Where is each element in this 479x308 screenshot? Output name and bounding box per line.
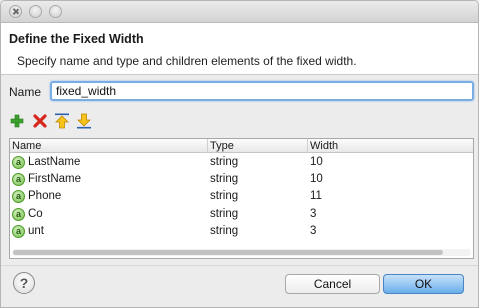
move-down-icon[interactable] bbox=[76, 113, 92, 129]
page-description: Specify name and type and children eleme… bbox=[17, 54, 357, 68]
row-name: LastName bbox=[28, 156, 81, 168]
row-type: string bbox=[210, 207, 239, 220]
row-type: string bbox=[210, 173, 239, 186]
add-icon[interactable] bbox=[9, 113, 25, 129]
row-width: 10 bbox=[310, 173, 323, 186]
cancel-button[interactable]: Cancel bbox=[285, 274, 380, 294]
row-name: Phone bbox=[28, 190, 62, 203]
row-name: FirstName bbox=[28, 173, 82, 186]
table-row[interactable]: a LastName string 10 bbox=[10, 154, 473, 171]
row-width: 11 bbox=[310, 190, 322, 203]
row-name: Co bbox=[28, 207, 43, 220]
row-type: string bbox=[210, 190, 239, 203]
row-name: unt bbox=[28, 224, 44, 237]
dialog-window: Define the Fixed Width Specify name and … bbox=[0, 0, 479, 308]
dialog-header: Define the Fixed Width Specify name and … bbox=[1, 23, 478, 75]
row-width: 3 bbox=[310, 224, 317, 237]
table-body: a LastName string 10 a FirstName string … bbox=[10, 154, 473, 240]
fields-table[interactable]: Name Type Width a LastName string 10 a F… bbox=[9, 138, 474, 259]
row-width: 3 bbox=[310, 207, 317, 220]
row-type: string bbox=[210, 224, 239, 237]
help-button[interactable]: ? bbox=[13, 272, 35, 294]
table-row[interactable]: a unt string 3 bbox=[10, 223, 473, 240]
scrollbar-thumb[interactable] bbox=[13, 250, 443, 255]
move-up-icon[interactable] bbox=[54, 113, 70, 129]
name-label: Name bbox=[9, 85, 42, 99]
column-header-name[interactable]: Name bbox=[10, 139, 208, 153]
attribute-icon: a bbox=[12, 173, 25, 187]
ok-button[interactable]: OK bbox=[383, 274, 464, 294]
row-width: 10 bbox=[310, 156, 323, 168]
footer-divider bbox=[1, 265, 478, 266]
attribute-icon: a bbox=[12, 224, 25, 238]
title-bar[interactable] bbox=[1, 1, 478, 23]
table-row[interactable]: a FirstName string 10 bbox=[10, 171, 473, 188]
name-input[interactable] bbox=[50, 81, 474, 101]
delete-icon[interactable] bbox=[32, 113, 48, 129]
table-row[interactable]: a Phone string 11 bbox=[10, 188, 473, 205]
column-header-type[interactable]: Type bbox=[208, 139, 308, 153]
attribute-icon: a bbox=[12, 190, 25, 204]
table-row[interactable]: a Co string 3 bbox=[10, 206, 473, 223]
attribute-icon: a bbox=[12, 207, 25, 221]
minimize-window-icon[interactable] bbox=[29, 5, 42, 18]
close-window-icon[interactable] bbox=[9, 5, 22, 18]
horizontal-scrollbar[interactable] bbox=[12, 249, 471, 256]
attribute-icon: a bbox=[12, 156, 25, 169]
page-title: Define the Fixed Width bbox=[9, 32, 144, 46]
maximize-window-icon[interactable] bbox=[49, 5, 62, 18]
row-type: string bbox=[210, 156, 239, 168]
table-header: Name Type Width bbox=[10, 139, 473, 153]
column-header-width[interactable]: Width bbox=[308, 139, 475, 153]
